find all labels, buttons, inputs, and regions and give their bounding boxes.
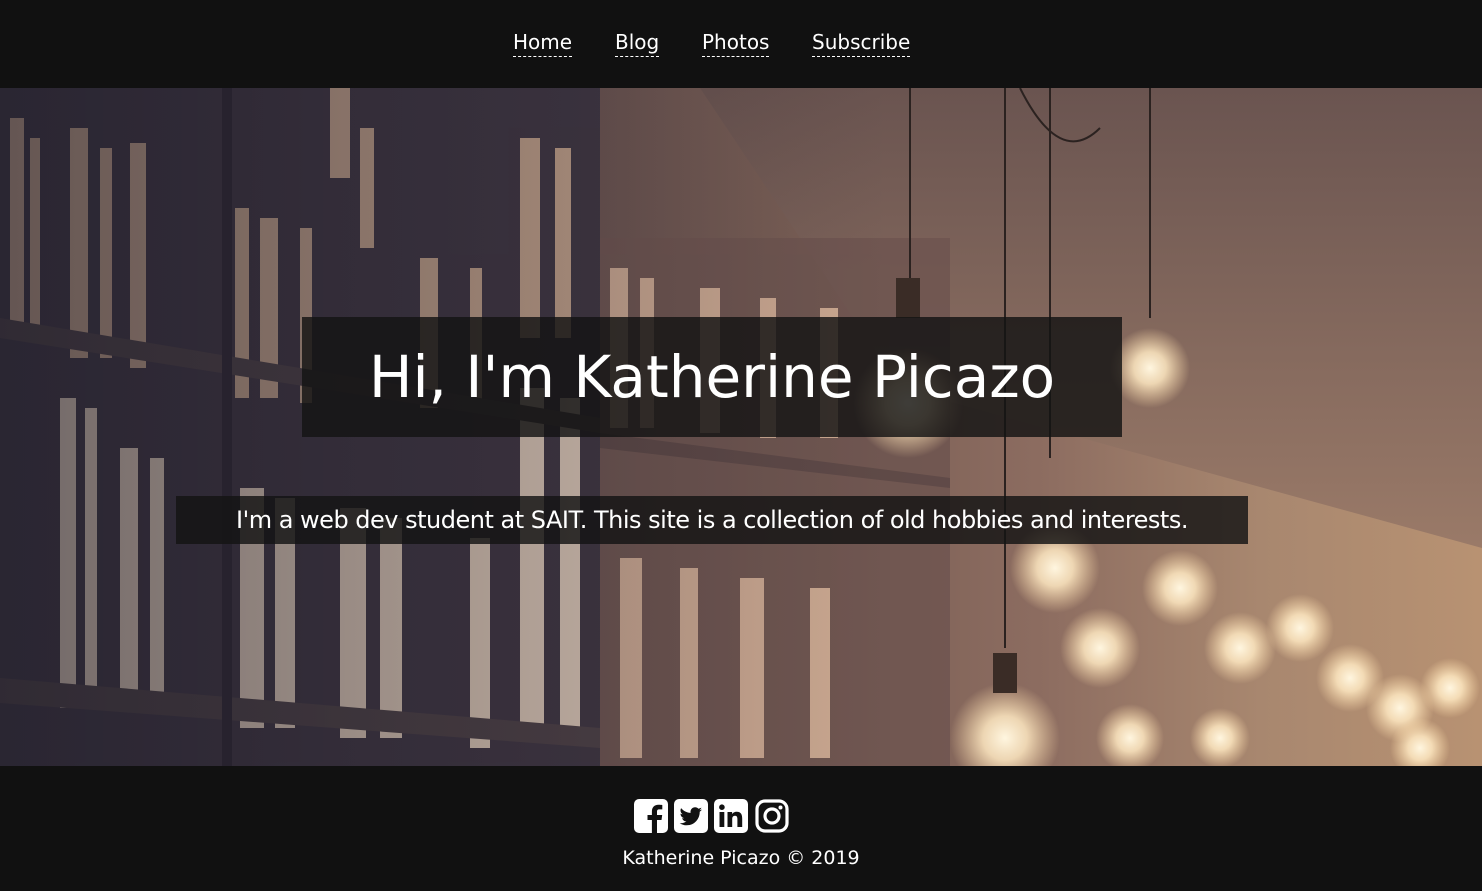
hero-title: Hi, I'm Katherine Picazo xyxy=(368,343,1056,411)
hero-title-box: Hi, I'm Katherine Picazo xyxy=(302,317,1122,437)
nav-link-blog[interactable]: Blog xyxy=(615,30,660,57)
hero-subtitle: I'm a web dev student at SAIT. This site… xyxy=(236,506,1188,534)
footer: Katherine Picazo © 2019 xyxy=(0,766,1482,891)
top-navigation: Home Blog Photos Subscribe xyxy=(0,0,1482,88)
hero-subtitle-box: I'm a web dev student at SAIT. This site… xyxy=(176,496,1248,544)
linkedin-icon[interactable] xyxy=(713,798,749,834)
social-links xyxy=(633,798,793,834)
nav-link-photos[interactable]: Photos xyxy=(702,30,770,57)
facebook-icon[interactable] xyxy=(633,798,669,834)
hero-section: Hi, I'm Katherine Picazo I'm a web dev s… xyxy=(0,88,1482,766)
twitter-icon[interactable] xyxy=(673,798,709,834)
footer-copyright: Katherine Picazo © 2019 xyxy=(622,847,860,869)
nav-link-subscribe[interactable]: Subscribe xyxy=(812,30,911,57)
nav-link-home[interactable]: Home xyxy=(513,30,573,57)
instagram-icon[interactable] xyxy=(754,798,790,834)
